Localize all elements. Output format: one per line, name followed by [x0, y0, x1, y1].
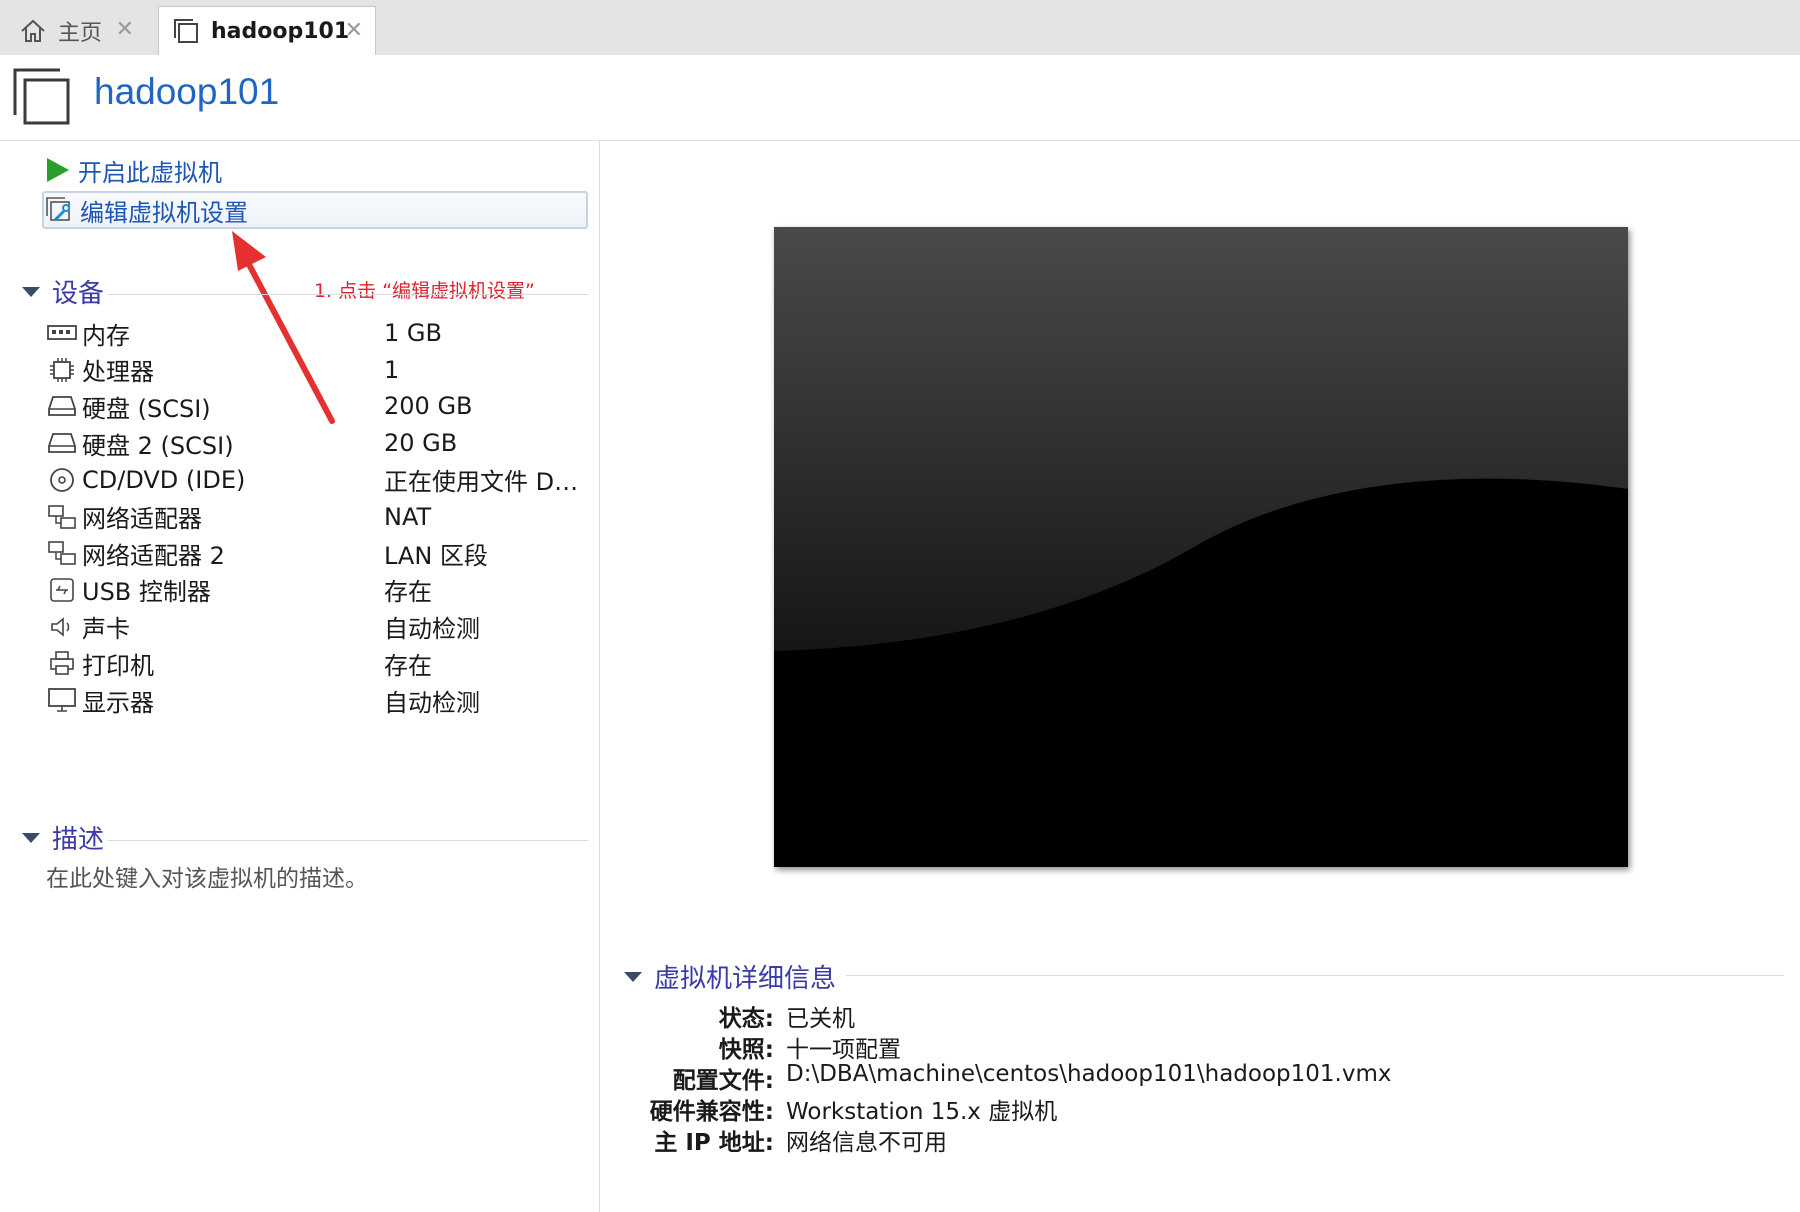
collapse-triangle-icon [624, 971, 642, 982]
description-heading: 描述 [52, 825, 105, 855]
description-field[interactable]: 在此处键入对该虚拟机的描述。 [46, 859, 368, 893]
processor-icon [46, 354, 78, 386]
primary-ip-label: 主 IP 地址: [654, 1130, 774, 1156]
edit-vm-settings-button[interactable]: 编辑虚拟机设置 [42, 191, 588, 229]
snapshot-label: 快照: [718, 1037, 774, 1063]
tab-vm[interactable]: hadoop101 ✕ [158, 6, 376, 55]
device-value: 自动检测 [384, 615, 480, 644]
memory-icon [46, 317, 78, 349]
harddisk-icon [46, 427, 78, 459]
devices-section-header[interactable]: 设备 [22, 273, 104, 310]
divider [846, 975, 1784, 976]
device-value: 20 GB [384, 429, 458, 458]
display-icon [46, 684, 78, 716]
printer-icon [46, 647, 78, 679]
device-row[interactable]: 网络适配器 NAT [46, 497, 586, 537]
status-label: 状态: [718, 1006, 774, 1032]
hardware-compat-value: Workstation 15.x 虚拟机 [786, 1099, 1058, 1125]
device-value: 1 [384, 355, 400, 384]
usb-icon [46, 574, 78, 606]
collapse-triangle-icon [22, 832, 40, 843]
vm-header: hadoop101 [0, 55, 1800, 141]
network-adapter-icon [46, 501, 78, 533]
device-name: 声卡 [82, 615, 130, 644]
device-row[interactable]: 处理器 1 [46, 350, 586, 390]
device-row[interactable]: 显示器 自动检测 [46, 680, 586, 720]
device-name: CD/DVD (IDE) [82, 465, 246, 494]
collapse-triangle-icon [22, 286, 40, 297]
vm-preview-screen[interactable] [774, 227, 1628, 867]
close-icon[interactable]: ✕ [116, 17, 134, 42]
tab-home-label: 主页 [58, 20, 103, 46]
home-icon [18, 16, 48, 46]
device-name: 网络适配器 [82, 505, 202, 533]
device-row[interactable]: 硬盘 2 (SCSI) 20 GB [46, 423, 586, 463]
device-name: 打印机 [82, 651, 154, 680]
device-value: 1 GB [384, 319, 442, 347]
config-file-label: 配置文件: [672, 1068, 774, 1094]
vm-icon [12, 67, 72, 127]
device-name: 硬盘 (SCSI) [82, 394, 211, 423]
device-value: 存在 [384, 578, 432, 607]
cd-dvd-icon [46, 464, 78, 496]
device-value: 200 GB [384, 392, 473, 421]
harddisk-icon [46, 390, 78, 422]
play-icon [42, 155, 72, 185]
device-row[interactable]: 打印机 存在 [46, 643, 586, 683]
tab-bar: 主页 ✕ hadoop101 ✕ [0, 0, 1800, 55]
vm-icon [171, 16, 201, 46]
device-name: 处理器 [82, 358, 154, 387]
close-icon[interactable]: ✕ [345, 18, 363, 43]
device-name: 内存 [82, 321, 130, 350]
device-row[interactable]: CD/DVD (IDE) 正在使用文件 D:... [46, 460, 586, 500]
divider [108, 840, 588, 841]
vm-details-section-header[interactable]: 虚拟机详细信息 [624, 958, 836, 995]
settings-wrench-icon [44, 195, 74, 225]
device-row[interactable]: USB 控制器 存在 [46, 570, 586, 610]
device-name: USB 控制器 [82, 578, 211, 607]
network-adapter-icon [46, 537, 78, 569]
device-name: 硬盘 2 (SCSI) [82, 431, 234, 460]
vm-details-heading: 虚拟机详细信息 [654, 964, 837, 994]
power-on-vm-label: 开启此虚拟机 [78, 158, 222, 187]
device-name: 网络适配器 2 [82, 541, 225, 570]
tab-home[interactable]: 主页 ✕ [6, 6, 146, 55]
power-on-vm-button[interactable]: 开启此虚拟机 [42, 151, 588, 189]
device-value: 自动检测 [384, 688, 480, 717]
device-row[interactable]: 声卡 自动检测 [46, 607, 586, 647]
config-file-value: D:\DBA\machine\centos\hadoop101\hadoop10… [786, 1061, 1392, 1087]
hardware-compat-label: 硬件兼容性: [649, 1099, 774, 1125]
device-value: NAT [384, 502, 432, 531]
page-title: hadoop101 [94, 71, 280, 112]
tab-vm-label: hadoop101 [211, 18, 350, 44]
sound-icon [46, 611, 78, 643]
primary-ip-value: 网络信息不可用 [786, 1130, 947, 1156]
device-value: 正在使用文件 D:... [384, 468, 584, 497]
device-row[interactable]: 硬盘 (SCSI) 200 GB [46, 386, 586, 426]
status-value: 已关机 [786, 1006, 855, 1032]
device-value: 存在 [384, 651, 432, 680]
device-name: 显示器 [82, 688, 154, 717]
devices-heading: 设备 [52, 279, 105, 309]
device-row[interactable]: 内存 1 GB [46, 313, 586, 353]
snapshot-value: 十一项配置 [786, 1037, 901, 1063]
divider [108, 294, 588, 295]
annotation-text: 1. 点击 “编辑虚拟机设置” [314, 280, 535, 302]
device-row[interactable]: 网络适配器 2 LAN 区段 [46, 533, 586, 573]
left-pane: 开启此虚拟机 编辑虚拟机设置 1. 点击 “编辑虚拟机设置” 设备 内存 1 GB… [0, 141, 600, 1212]
description-section-header[interactable]: 描述 [22, 819, 104, 856]
device-value: LAN 区段 [384, 541, 488, 570]
edit-vm-settings-label: 编辑虚拟机设置 [80, 198, 248, 227]
